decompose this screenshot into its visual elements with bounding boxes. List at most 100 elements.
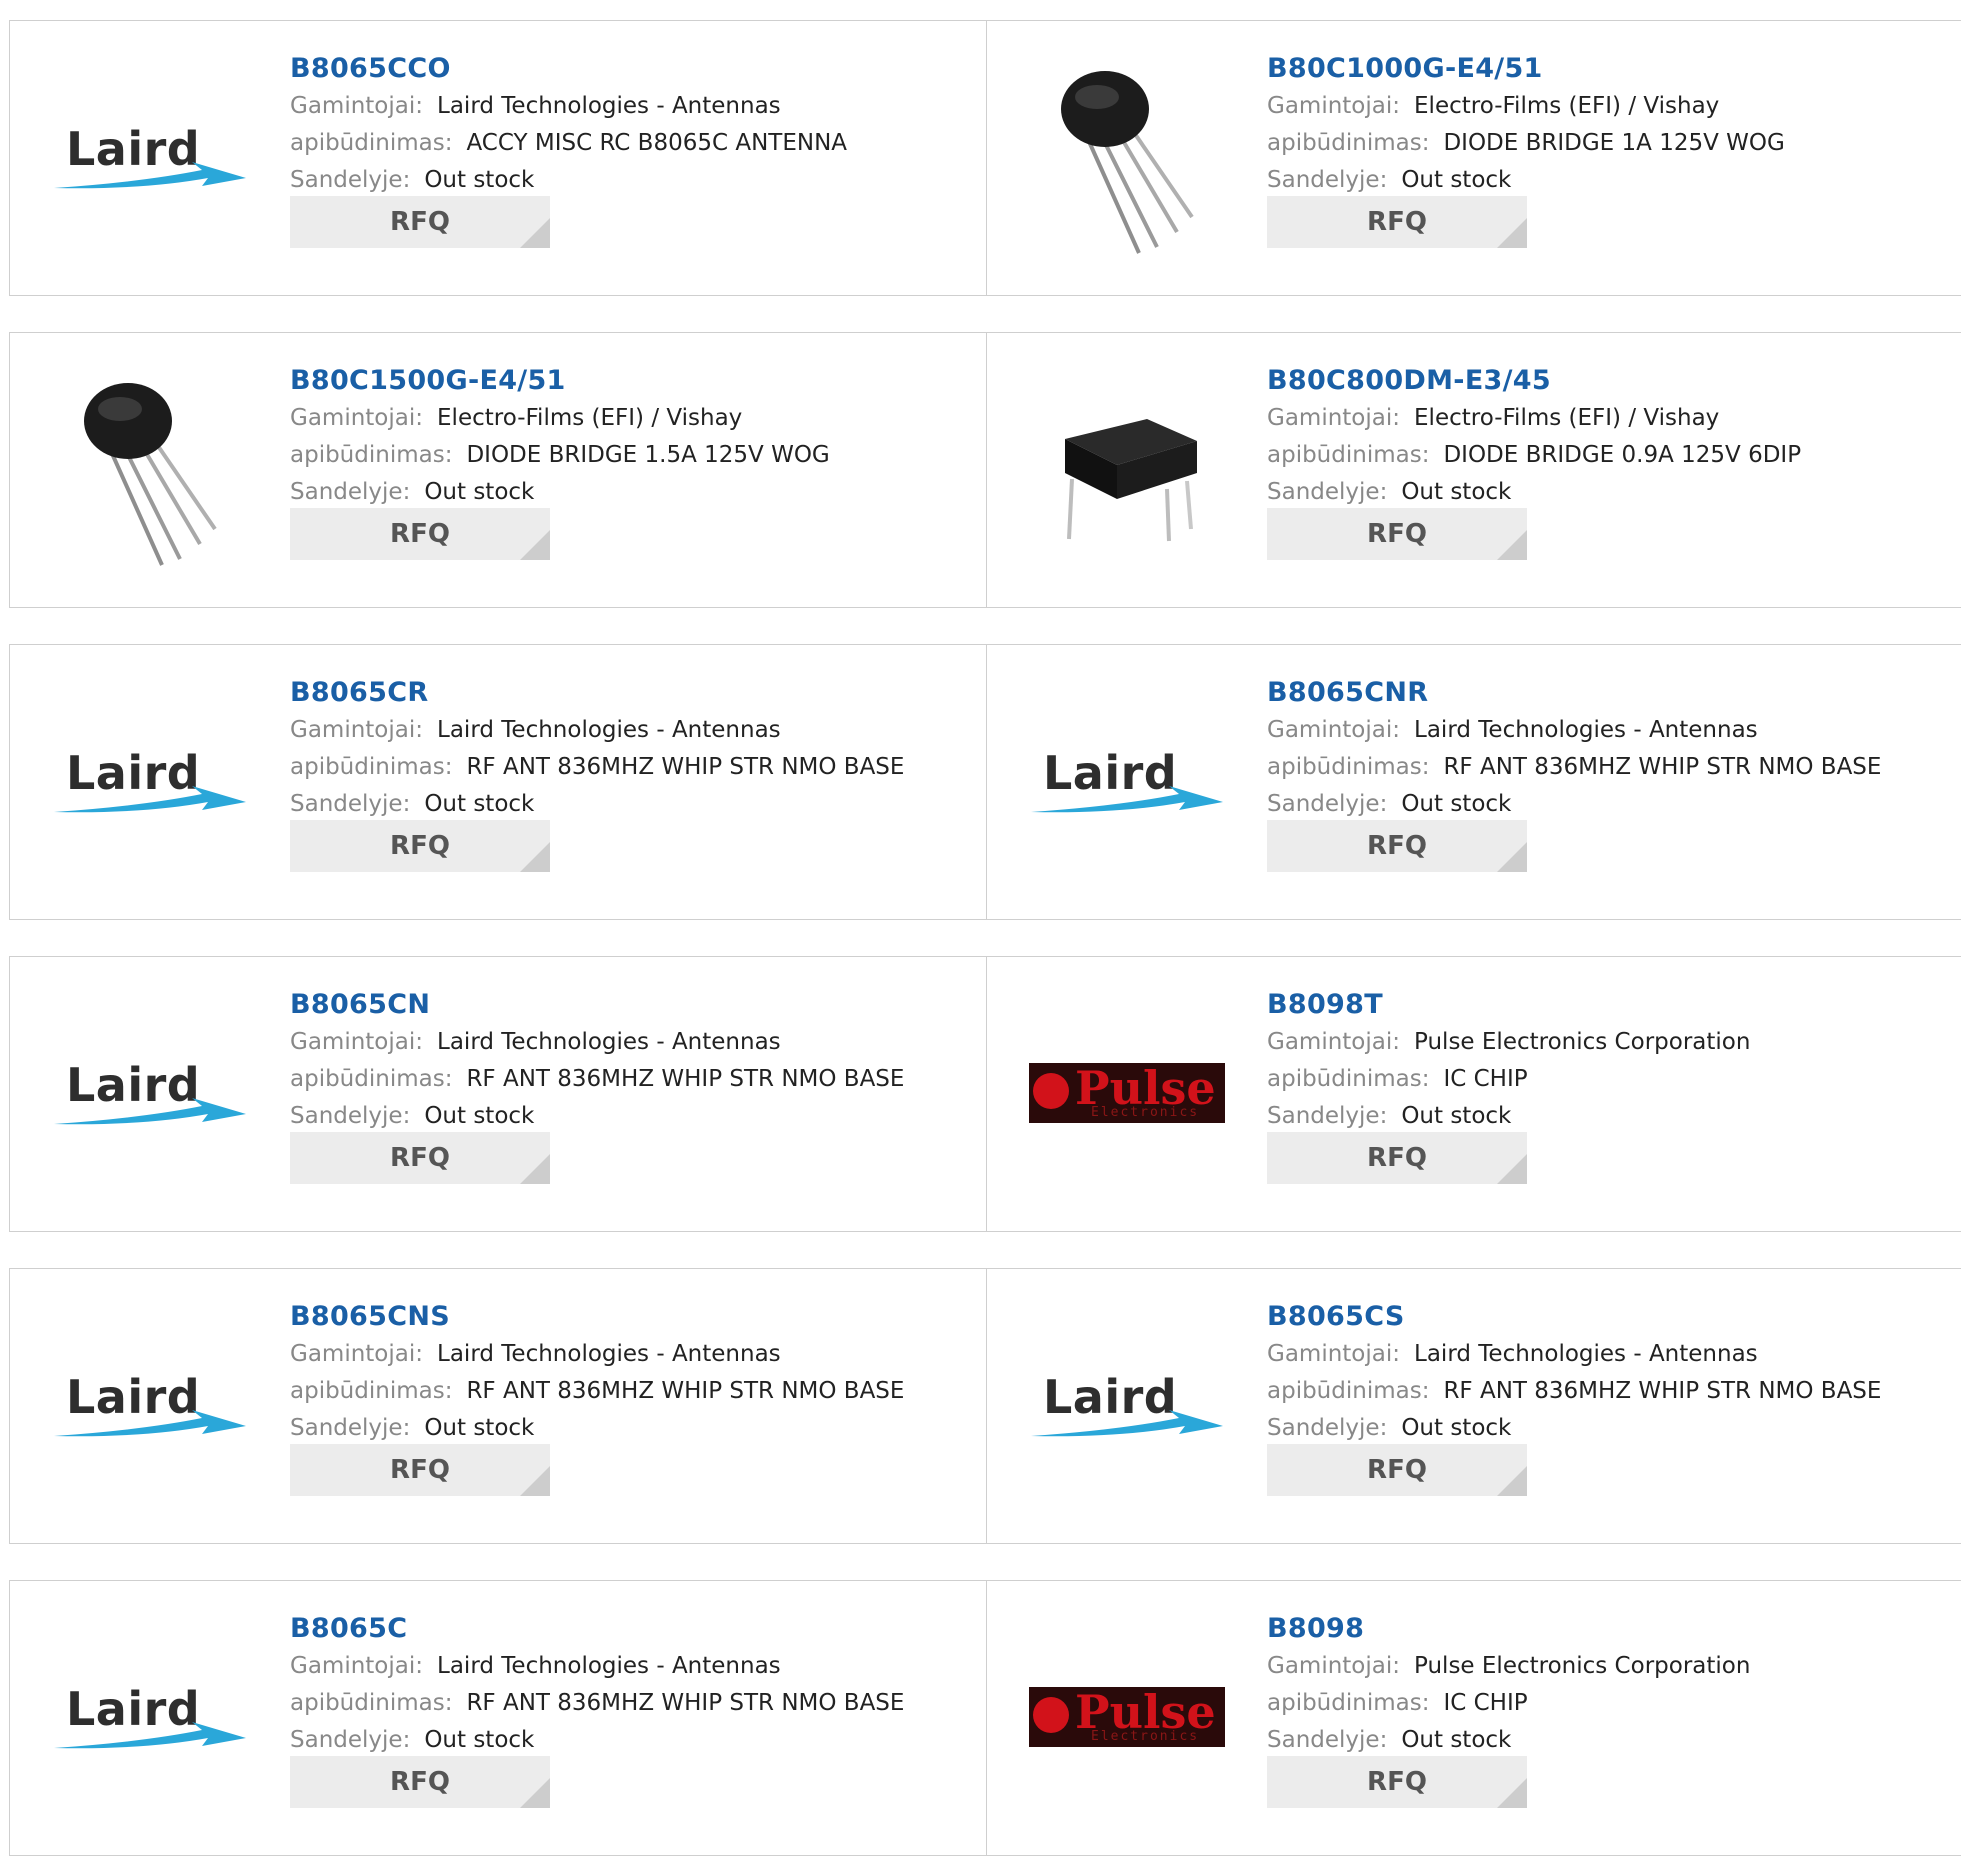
product-thumbnail[interactable]: Laird — [50, 1617, 250, 1817]
product-thumbnail[interactable] — [50, 369, 250, 569]
rfq-button[interactable]: RFQ — [290, 1132, 550, 1184]
laird-swoosh-icon — [54, 1722, 246, 1749]
rfq-button[interactable]: RFQ — [290, 1444, 550, 1496]
manufacturer-row: Gamintojai: Laird Technologies - Antennas — [1267, 1339, 1947, 1376]
product-card: Laird B8065CCO Gamintojai: Laird Technologi… — [10, 21, 987, 295]
manufacturer-row: Gamintojai: Pulse Electronics Corporation — [1267, 1651, 1947, 1688]
product-thumbnail[interactable]: Laird — [50, 993, 250, 1193]
manufacturer-label: Gamintojai: — [1267, 1029, 1401, 1055]
manufacturer-label: Gamintojai: — [1267, 405, 1401, 431]
product-card: Pulse Electronics B8098T Gamintojai: Pulse E… — [987, 957, 1961, 1231]
rfq-button[interactable]: RFQ — [290, 196, 550, 248]
product-thumbnail[interactable] — [1027, 369, 1227, 569]
product-row: Laird B8065C Gamintojai: Laird Technologies… — [9, 1580, 1961, 1856]
product-title-link[interactable]: B8065CNR — [1267, 675, 1947, 715]
description-label: apibūdinimas: — [1267, 754, 1430, 780]
manufacturer-row: Gamintojai: Laird Technologies - Antennas — [290, 1339, 970, 1376]
laird-swoosh-icon — [1031, 786, 1223, 813]
product-title-link[interactable]: B8065CCO — [290, 51, 970, 91]
description-row: apibūdinimas: IC CHIP — [1267, 1688, 1947, 1725]
description-label: apibūdinimas: — [290, 130, 453, 156]
product-title-link[interactable]: B8098T — [1267, 987, 1947, 1027]
stock-value: Out stock — [424, 1415, 535, 1441]
rfq-button[interactable]: RFQ — [1267, 508, 1527, 560]
stock-row: Sandelyje: Out stock — [1267, 1725, 1947, 1756]
laird-swoosh-icon — [1031, 1410, 1223, 1437]
product-thumbnail[interactable]: Laird — [1027, 1305, 1227, 1505]
product-title-link[interactable]: B80C800DM-E3/45 — [1267, 363, 1947, 403]
description-row: apibūdinimas: RF ANT 836MHZ WHIP STR NMO … — [1267, 1376, 1947, 1413]
product-thumbnail[interactable]: Laird — [50, 1305, 250, 1505]
rfq-label: RFQ — [390, 1143, 450, 1173]
product-title-link[interactable]: B80C1500G-E4/51 — [290, 363, 970, 403]
rfq-button[interactable]: RFQ — [1267, 820, 1527, 872]
rfq-label: RFQ — [1367, 207, 1427, 237]
manufacturer-row: Gamintojai: Electro-Films (EFI) / Vishay — [290, 403, 970, 440]
description-value: RF ANT 836MHZ WHIP STR NMO BASE — [466, 1690, 905, 1716]
product-card: Laird B8065CN Gamintojai: Laird Technologie… — [10, 957, 987, 1231]
rfq-button[interactable]: RFQ — [1267, 196, 1527, 248]
description-label: apibūdinimas: — [1267, 130, 1430, 156]
product-thumbnail[interactable]: Laird — [1027, 681, 1227, 881]
stock-row: Sandelyje: Out stock — [290, 1101, 970, 1132]
diode-bridge-image — [1061, 71, 1194, 254]
product-title-link[interactable]: B8065C — [290, 1611, 970, 1651]
product-thumbnail[interactable]: Laird — [50, 57, 250, 257]
product-thumbnail[interactable]: Pulse Electronics — [1027, 1617, 1227, 1817]
rfq-label: RFQ — [390, 207, 450, 237]
description-value: DIODE BRIDGE 1.5A 125V WOG — [466, 442, 830, 468]
product-card: Laird B8065C Gamintojai: Laird Technologies… — [10, 1581, 987, 1855]
rfq-button[interactable]: RFQ — [290, 820, 550, 872]
stock-label: Sandelyje: — [290, 479, 411, 505]
description-row: apibūdinimas: RF ANT 836MHZ WHIP STR NMO … — [1267, 752, 1947, 789]
product-title-link[interactable]: B8065CN — [290, 987, 970, 1027]
product-title-link[interactable]: B8065CS — [1267, 1299, 1947, 1339]
stock-row: Sandelyje: Out stock — [290, 1413, 970, 1444]
manufacturer-value: Electro-Films (EFI) / Vishay — [437, 405, 743, 431]
product-title-link[interactable]: B8098 — [1267, 1611, 1947, 1651]
rfq-button[interactable]: RFQ — [290, 508, 550, 560]
product-card: Laird B8065CNS Gamintojai: Laird Technologi… — [10, 1269, 987, 1543]
stock-label: Sandelyje: — [290, 791, 411, 817]
product-title-link[interactable]: B8065CNS — [290, 1299, 970, 1339]
product-card: Laird B8065CS Gamintojai: Laird Technologie… — [987, 1269, 1961, 1543]
rfq-label: RFQ — [1367, 1143, 1427, 1173]
stock-value: Out stock — [1401, 1415, 1512, 1441]
description-value: IC CHIP — [1443, 1690, 1528, 1716]
product-card: B80C800DM-E3/45 Gamintojai: Electro-Films … — [987, 333, 1961, 607]
stock-row: Sandelyje: Out stock — [290, 1725, 970, 1756]
stock-row: Sandelyje: Out stock — [290, 165, 970, 196]
product-title-link[interactable]: B80C1000G-E4/51 — [1267, 51, 1947, 91]
manufacturer-value: Electro-Films (EFI) / Vishay — [1414, 93, 1720, 119]
pulse-logo: Pulse Electronics — [1029, 1687, 1225, 1747]
product-title-link[interactable]: B8065CR — [290, 675, 970, 715]
rfq-label: RFQ — [1367, 831, 1427, 861]
product-thumbnail[interactable]: Laird — [50, 681, 250, 881]
rfq-button[interactable]: RFQ — [1267, 1132, 1527, 1184]
product-thumbnail[interactable]: Pulse Electronics — [1027, 993, 1227, 1193]
diode-bridge-image — [84, 383, 217, 566]
product-list: Laird B8065CCO Gamintojai: Laird Technologi… — [0, 0, 1961, 1856]
stock-row: Sandelyje: Out stock — [290, 789, 970, 820]
corner-fold-icon — [520, 1154, 550, 1184]
rfq-button[interactable]: RFQ — [1267, 1756, 1527, 1808]
manufacturer-value: Laird Technologies - Antennas — [437, 93, 781, 119]
rfq-label: RFQ — [1367, 1455, 1427, 1485]
stock-value: Out stock — [424, 167, 535, 193]
pulse-mark-icon — [1033, 1073, 1069, 1109]
stock-label: Sandelyje: — [1267, 479, 1388, 505]
rfq-button[interactable]: RFQ — [290, 1756, 550, 1808]
rfq-button[interactable]: RFQ — [1267, 1444, 1527, 1496]
description-label: apibūdinimas: — [1267, 1378, 1430, 1404]
description-label: apibūdinimas: — [1267, 1690, 1430, 1716]
manufacturer-label: Gamintojai: — [1267, 1341, 1401, 1367]
description-label: apibūdinimas: — [290, 754, 453, 780]
product-card: Laird B8065CNR Gamintojai: Laird Technologi… — [987, 645, 1961, 919]
product-row: Laird B8065CCO Gamintojai: Laird Technologi… — [9, 20, 1961, 296]
product-thumbnail[interactable] — [1027, 57, 1227, 257]
description-row: apibūdinimas: RF ANT 836MHZ WHIP STR NMO … — [290, 752, 970, 789]
manufacturer-label: Gamintojai: — [290, 1341, 424, 1367]
stock-value: Out stock — [1401, 1727, 1512, 1753]
stock-label: Sandelyje: — [290, 1415, 411, 1441]
stock-label: Sandelyje: — [1267, 1415, 1388, 1441]
